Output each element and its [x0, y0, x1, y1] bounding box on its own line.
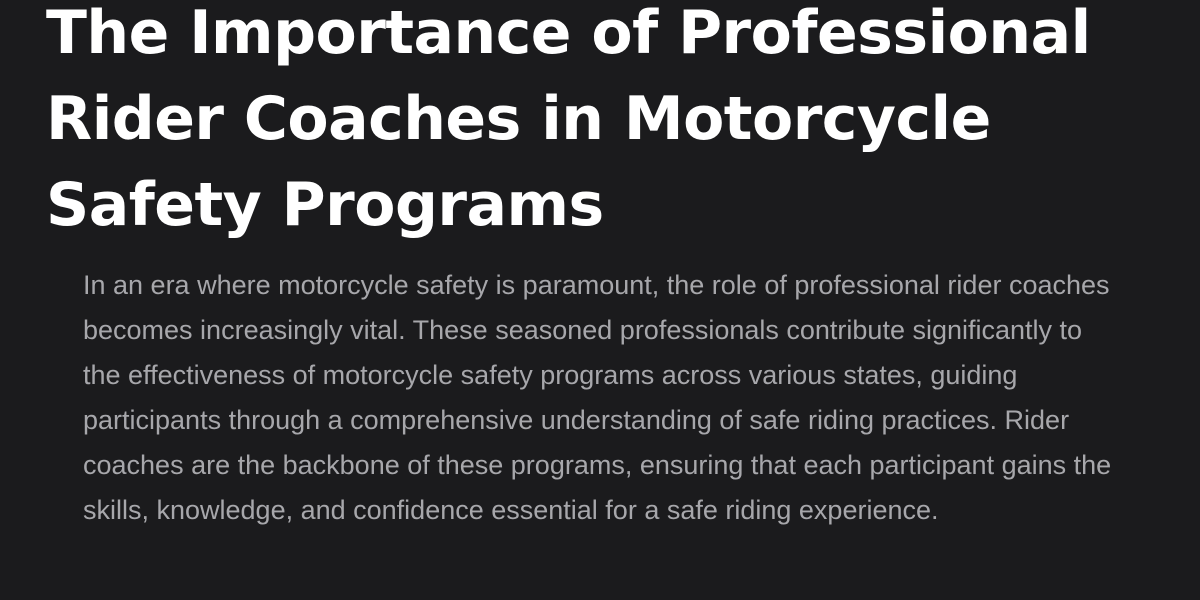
article-title: The Importance of Professional Rider Coa…	[46, 0, 1091, 240]
article-lead-paragraph: In an era where motorcycle safety is par…	[83, 270, 1112, 525]
article: The Importance of Professional Rider Coa…	[0, 0, 1200, 600]
